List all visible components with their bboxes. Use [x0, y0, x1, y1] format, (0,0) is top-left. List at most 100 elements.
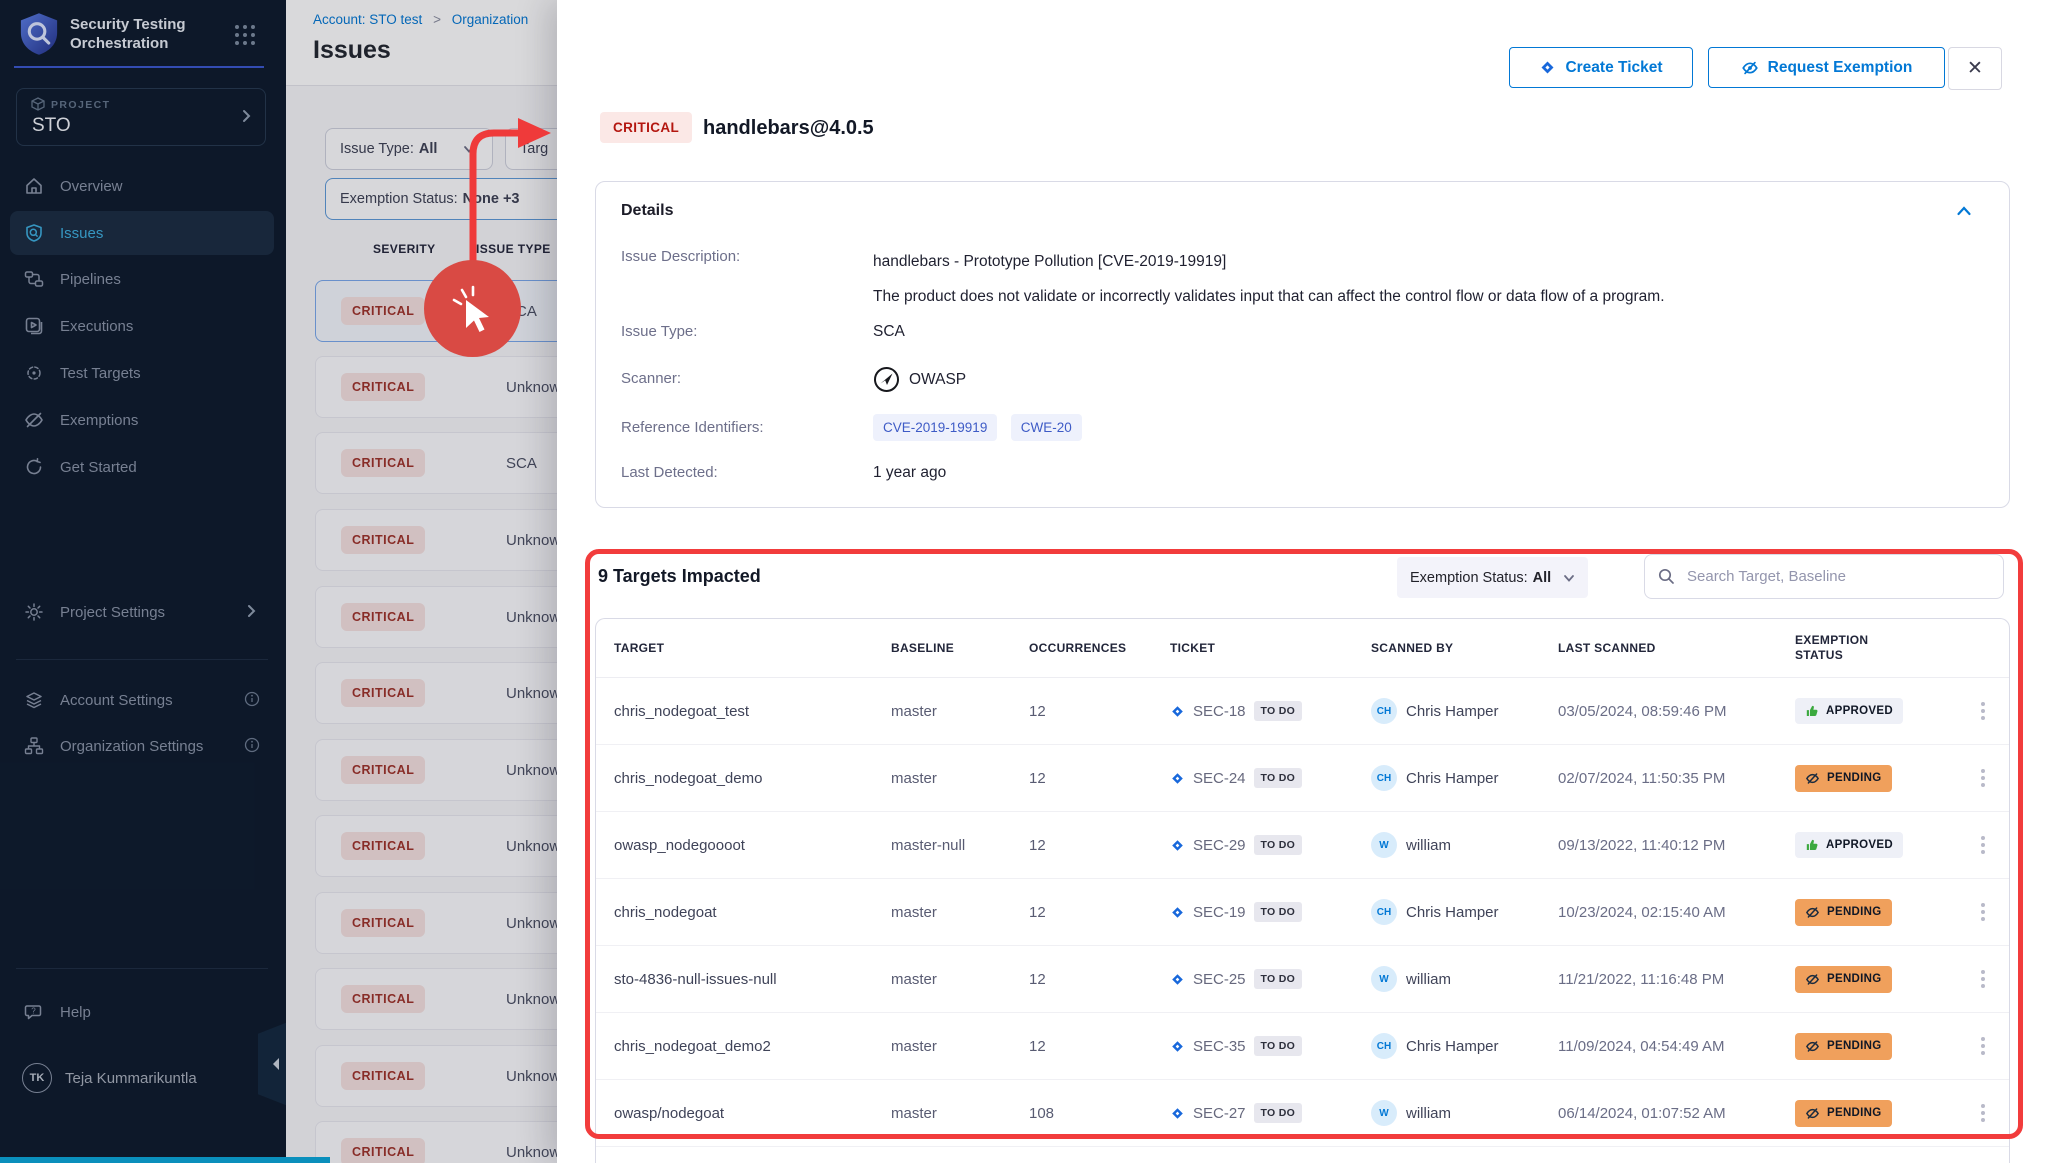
ticket-cell[interactable]: SEC-24 TO DO: [1170, 768, 1371, 788]
last-scanned-cell: 02/07/2024, 11:50:35 PM: [1558, 770, 1795, 787]
exemption-status-dropdown[interactable]: Exemption Status: All: [1397, 557, 1588, 598]
row-menu-kebab-icon[interactable]: [1975, 763, 1991, 793]
ticket-id[interactable]: SEC-27: [1193, 1105, 1246, 1122]
sidebar-item-get-started[interactable]: Get Started: [10, 445, 274, 489]
avatar: W: [1371, 832, 1397, 858]
scanner-name: OWASP: [909, 371, 966, 389]
target-cell: chris_nodegoat: [614, 904, 891, 921]
severity-badge: CRITICAL: [341, 909, 425, 937]
ticket-cell[interactable]: SEC-25 TO DO: [1170, 969, 1371, 989]
sidebar-item-account-settings[interactable]: Account Settings: [10, 678, 274, 722]
target-row[interactable]: chris_nodegoat_test master 12 SEC-18 TO …: [596, 678, 2009, 745]
occurrences-cell: 12: [1029, 1038, 1170, 1055]
request-exemption-button[interactable]: Request Exemption: [1708, 47, 1945, 88]
row-menu-kebab-icon[interactable]: [1975, 830, 1991, 860]
breadcrumb-org-link[interactable]: Organization: [452, 12, 529, 27]
exemption-status-filter[interactable]: Exemption Status: None +3: [325, 178, 557, 220]
button-label: Request Exemption: [1768, 59, 1913, 77]
jira-diamond-icon: [1170, 704, 1185, 719]
issue-row[interactable]: CRITICALSCA: [315, 432, 557, 494]
detail-value: OWASP: [873, 366, 966, 393]
breadcrumb-account-link[interactable]: Account: STO test: [313, 12, 422, 27]
target-row[interactable]: chris_nodegoat master 12 SEC-19 TO DO CH…: [596, 879, 2009, 946]
jira-diamond-icon: [1539, 59, 1556, 76]
target-row[interactable]: owasp_nodegoooot master-null 12 SEC-29 T…: [596, 812, 2009, 879]
sidebar-item-help[interactable]: ? Help: [10, 990, 274, 1034]
issue-type-filter[interactable]: Issue Type: All: [325, 128, 493, 170]
info-icon[interactable]: [244, 691, 260, 707]
ticket-cell[interactable]: SEC-18 TO DO: [1170, 701, 1371, 721]
search-input[interactable]: [1685, 567, 1969, 586]
info-icon[interactable]: [244, 737, 260, 753]
ticket-id[interactable]: SEC-29: [1193, 837, 1246, 854]
status-badge-pending: PENDING: [1795, 966, 1892, 993]
sidebar-item-test-targets[interactable]: Test Targets: [10, 351, 274, 395]
target-row[interactable]: owasp/nodegoat master 108 SEC-27 TO DO W…: [596, 1080, 2009, 1147]
issue-row[interactable]: CRITICALUnknown: [315, 815, 557, 877]
severity-badge: CRITICAL: [341, 297, 425, 325]
detail-row-issue-type: Issue Type: SCA: [621, 323, 905, 341]
sidebar-item-overview[interactable]: Overview: [10, 164, 274, 208]
ticket-cell[interactable]: SEC-35 TO DO: [1170, 1036, 1371, 1056]
target-row[interactable]: sto-4836-null-issues-null master 12 SEC-…: [596, 946, 2009, 1013]
avatar: TK: [22, 1063, 52, 1093]
ticket-id[interactable]: SEC-19: [1193, 904, 1246, 921]
target-cell: owasp/nodegoat: [614, 1105, 891, 1122]
issue-row[interactable]: CRITICALUnknown: [315, 1121, 557, 1163]
ticket-cell[interactable]: SEC-19 TO DO: [1170, 902, 1371, 922]
reference-chip[interactable]: CWE-20: [1011, 414, 1082, 441]
issue-row[interactable]: CRITICALUnknown: [315, 739, 557, 801]
eye-off-icon: [24, 410, 44, 430]
chevron-down-icon: [1563, 572, 1575, 584]
ticket-id[interactable]: SEC-18: [1193, 703, 1246, 720]
sidebar-item-exemptions[interactable]: Exemptions: [10, 398, 274, 442]
module-grid-icon[interactable]: [234, 24, 256, 46]
project-name: STO: [32, 115, 71, 137]
issue-row[interactable]: CRITICALUnknown: [315, 356, 557, 418]
row-menu-kebab-icon[interactable]: [1975, 696, 1991, 726]
severity-badge: CRITICAL: [341, 603, 425, 631]
sidebar-item-label: Project Settings: [60, 604, 165, 621]
ticket-cell[interactable]: SEC-27 TO DO: [1170, 1103, 1371, 1123]
issue-row[interactable]: CRITICALUnknown: [315, 586, 557, 648]
close-button[interactable]: ✕: [1948, 47, 2002, 90]
create-ticket-button[interactable]: Create Ticket: [1509, 47, 1693, 88]
issue-row[interactable]: CRITICALUnknown: [315, 1045, 557, 1107]
sidebar-item-project-settings[interactable]: Project Settings: [10, 590, 274, 634]
sidebar-collapse-handle[interactable]: [258, 1022, 288, 1106]
row-menu-kebab-icon[interactable]: [1975, 897, 1991, 927]
issue-title: handlebars@4.0.5: [703, 117, 874, 140]
project-selector[interactable]: PROJECT STO: [16, 88, 266, 146]
issue-row[interactable]: CRITICALUnknown: [315, 968, 557, 1030]
collapse-chevron-up-icon[interactable]: [1955, 202, 1973, 220]
row-menu-kebab-icon[interactable]: [1975, 964, 1991, 994]
target-filter[interactable]: Targ: [505, 128, 557, 170]
ticket-cell[interactable]: SEC-29 TO DO: [1170, 835, 1371, 855]
ticket-id[interactable]: SEC-24: [1193, 770, 1246, 787]
avatar: CH: [1371, 1033, 1397, 1059]
reference-chip[interactable]: CVE-2019-19919: [873, 414, 997, 441]
issue-row[interactable]: CRITICALUnknown: [315, 509, 557, 571]
ticket-status-badge: TO DO: [1254, 768, 1303, 788]
sidebar-item-pipelines[interactable]: Pipelines: [10, 257, 274, 301]
severity-badge: CRITICAL: [341, 526, 425, 554]
sidebar-item-issues[interactable]: Issues: [10, 211, 274, 255]
target-cell: chris_nodegoat_demo2: [614, 1038, 891, 1055]
row-menu-kebab-icon[interactable]: [1975, 1031, 1991, 1061]
issue-row[interactable]: CRITICALUnknown: [315, 662, 557, 724]
user-profile[interactable]: TK Teja Kummarikuntla: [10, 1052, 274, 1104]
target-row[interactable]: chris_nodegoat_demo2 master 12 SEC-35 TO…: [596, 1013, 2009, 1080]
baseline-cell: master: [891, 971, 1029, 988]
sidebar-item-organization-settings[interactable]: Organization Settings: [10, 724, 274, 768]
sidebar-item-executions[interactable]: Executions: [10, 304, 274, 348]
detail-value: SCA: [873, 323, 905, 341]
issue-row[interactable]: CRITICALSCA: [315, 280, 557, 342]
app-window: Security Testing Orchestration PROJECT S…: [0, 0, 2048, 1163]
issue-row[interactable]: CRITICALUnknown: [315, 892, 557, 954]
exemption-status-cell: PENDING: [1795, 1100, 1959, 1127]
ticket-id[interactable]: SEC-35: [1193, 1038, 1246, 1055]
exemption-status-cell: PENDING: [1795, 765, 1959, 792]
ticket-id[interactable]: SEC-25: [1193, 971, 1246, 988]
target-row[interactable]: chris_nodegoat_demo master 12 SEC-24 TO …: [596, 745, 2009, 812]
row-menu-kebab-icon[interactable]: [1975, 1098, 1991, 1128]
